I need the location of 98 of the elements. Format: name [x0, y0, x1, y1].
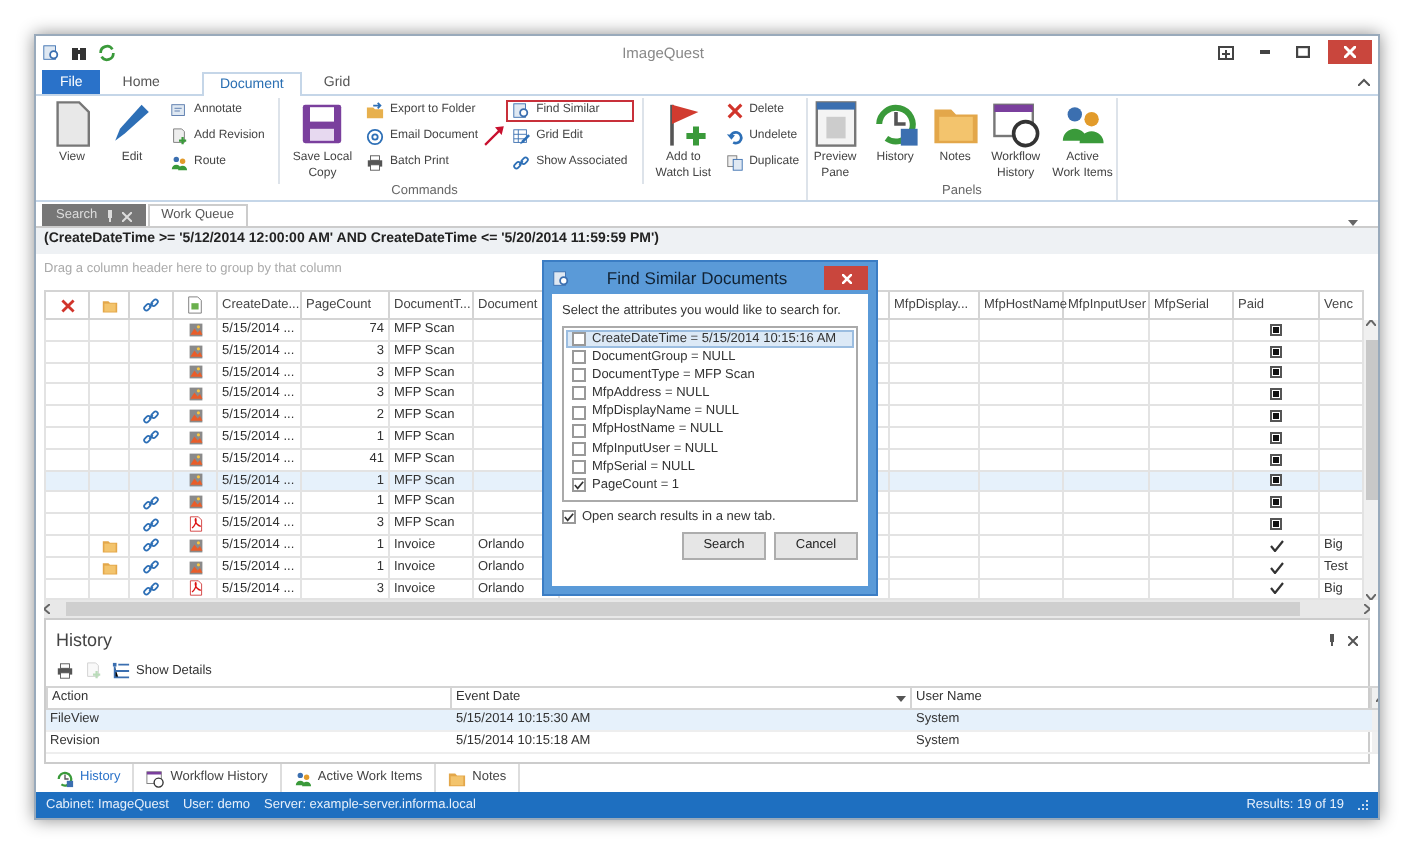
filled-square-checkbox-icon [1270, 388, 1282, 401]
image-file-icon [187, 472, 203, 489]
clock-arrow-icon [56, 769, 74, 788]
filled-square-checkbox-icon [1270, 410, 1282, 423]
note-icon [101, 559, 117, 576]
image-file-icon [187, 494, 203, 511]
link-icon [142, 558, 160, 577]
checkbox[interactable] [572, 442, 586, 457]
copy-icon [725, 154, 744, 172]
checkbox[interactable] [572, 386, 586, 401]
horizontal-scrollbar[interactable] [44, 600, 1370, 619]
column-header[interactable] [174, 290, 218, 320]
filled-square-checkbox-icon [1270, 431, 1282, 444]
link-icon [142, 428, 160, 447]
checkbox[interactable] [572, 405, 586, 420]
refresh-icon [98, 43, 116, 61]
filled-square-checkbox-icon [1270, 518, 1282, 531]
link-icon [142, 536, 160, 555]
link-icon [512, 154, 531, 172]
link-icon [142, 515, 160, 534]
link-icon [142, 493, 160, 512]
toolbar-button[interactable] [56, 662, 74, 681]
image-file-icon [187, 451, 203, 468]
link-icon [142, 407, 160, 426]
folder-arrow-icon [366, 102, 385, 120]
note-icon [101, 297, 117, 313]
caret-right-icon [1364, 604, 1370, 615]
filled-square-checkbox-icon [1270, 345, 1282, 358]
x-mark-icon [725, 102, 744, 120]
close-icon [841, 273, 851, 283]
close-button[interactable] [1328, 40, 1372, 64]
maximize-icon [1296, 46, 1310, 58]
pin-icon [105, 210, 114, 222]
close-icon [1344, 46, 1356, 58]
details-list-icon [112, 662, 130, 681]
pin-icon [1328, 634, 1336, 647]
binoculars-icon [70, 43, 88, 61]
checkbox[interactable] [572, 460, 586, 475]
grid-pencil-icon [512, 128, 531, 146]
window-restore-icon [1218, 45, 1234, 59]
printer-icon [366, 154, 385, 172]
clock-arrow-icon [871, 100, 920, 148]
annotation-arrow [484, 122, 507, 148]
caret-left-icon [44, 604, 50, 615]
window-clock-icon [146, 769, 165, 788]
document-pane-icon [811, 100, 860, 148]
checkbox[interactable] [572, 350, 586, 365]
filled-square-checkbox-icon [1270, 453, 1282, 466]
column-header[interactable] [130, 290, 174, 320]
checkbox[interactable] [572, 478, 586, 493]
caret-down-icon [1366, 594, 1376, 601]
checkbox[interactable] [572, 331, 586, 346]
image-file-icon [187, 429, 203, 446]
close-icon [121, 211, 132, 221]
document-image-icon [186, 296, 204, 314]
image-file-icon [187, 386, 203, 403]
panel-title: History [56, 629, 113, 652]
undo-icon [725, 128, 744, 146]
close-button[interactable] [824, 266, 868, 290]
close-icon [1348, 635, 1358, 646]
image-file-icon [187, 559, 203, 576]
vertical-scrollbar[interactable] [1364, 320, 1378, 601]
link-icon [142, 296, 160, 314]
search-document-icon [512, 102, 531, 120]
image-file-icon [187, 321, 203, 338]
window-clock-icon [991, 100, 1040, 148]
checkbox[interactable] [572, 368, 586, 383]
document-plus-icon [170, 128, 188, 146]
pdf-file-icon [187, 516, 203, 533]
people-icon [293, 769, 312, 788]
people-icon [170, 154, 188, 172]
dropdown-icon [896, 695, 906, 702]
dialog-title: Find Similar Documents [604, 267, 790, 289]
filled-square-checkbox-icon [1270, 474, 1282, 487]
image-file-icon [187, 537, 203, 554]
checkbox[interactable] [562, 510, 576, 525]
caret-up-icon [1358, 78, 1370, 86]
link-icon [142, 579, 160, 598]
filled-square-checkbox-icon [1270, 366, 1282, 379]
printer-icon [56, 662, 74, 681]
folder-icon [448, 769, 467, 788]
image-file-icon [187, 364, 203, 381]
caret-up-icon [1366, 320, 1376, 326]
pdf-file-icon [187, 580, 203, 597]
minimize-icon [1260, 50, 1270, 54]
image-file-icon [187, 343, 203, 360]
filled-square-checkbox-icon [1270, 496, 1282, 509]
note-icon [101, 537, 117, 554]
image-file-icon [187, 408, 203, 425]
search-document-icon [42, 43, 60, 61]
at-sign-icon [366, 128, 385, 146]
column-header[interactable] [44, 290, 90, 320]
note-icon [170, 102, 188, 120]
search-document-icon [552, 269, 570, 287]
filled-square-checkbox-icon [1270, 323, 1282, 336]
checkbox[interactable] [572, 423, 586, 438]
x-mark-icon [59, 297, 75, 313]
document-plus-icon [84, 662, 102, 681]
